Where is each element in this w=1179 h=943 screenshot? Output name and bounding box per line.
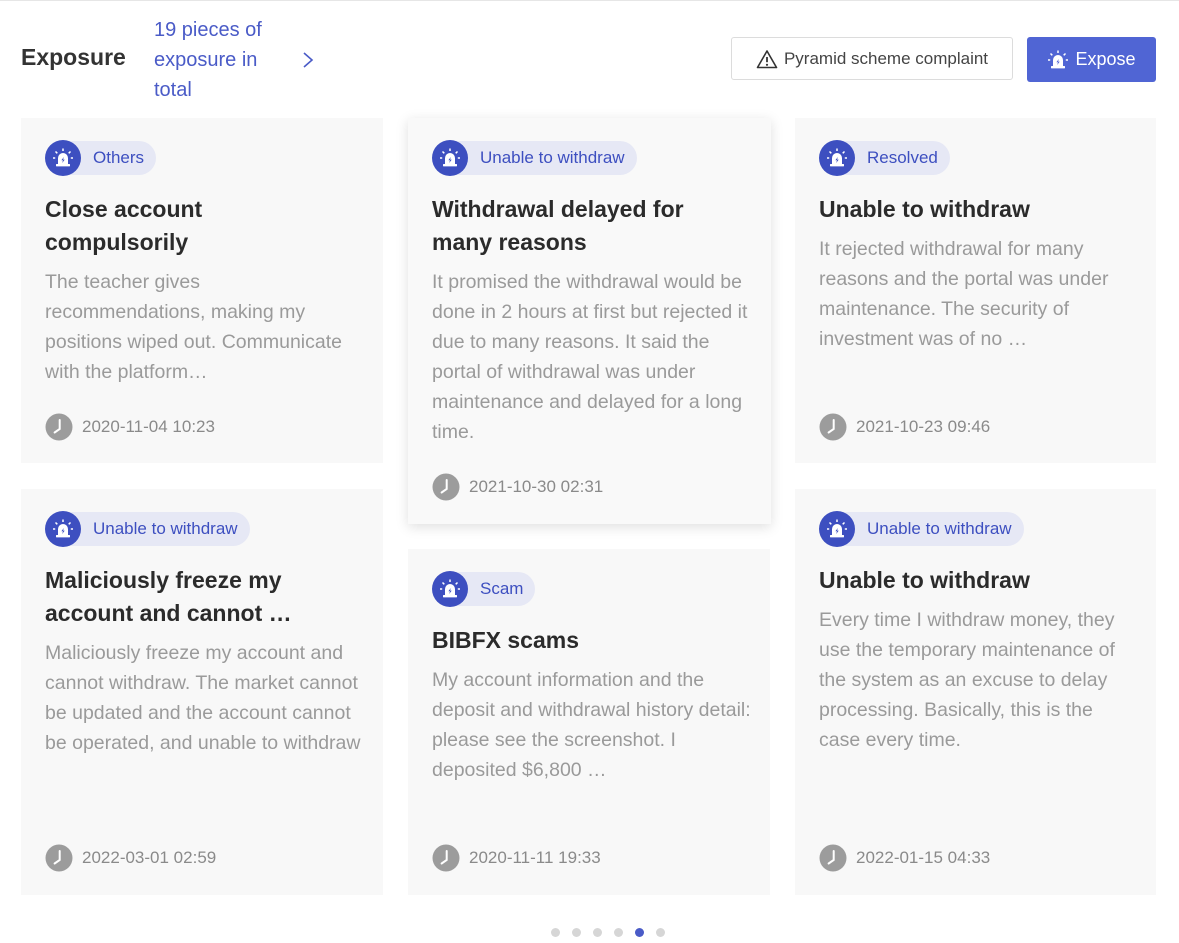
card-title: BIBFX scams — [432, 627, 580, 653]
alarm-icon — [1048, 50, 1069, 68]
pagination-dot[interactable] — [614, 928, 623, 937]
exposure-card[interactable]: Resolved Unable to withdraw It rejected … — [795, 118, 1156, 463]
card-time-text: 2021-10-30 02:31 — [469, 477, 604, 496]
alarm-icon — [432, 140, 468, 176]
card-title: Unable to withdraw — [819, 567, 1030, 593]
category-tag: Others — [45, 140, 157, 176]
alarm-icon — [432, 571, 468, 607]
category-tag-label: Scam — [458, 572, 536, 606]
alarm-icon — [45, 511, 81, 547]
card-excerpt: It promised the withdrawal would be done… — [432, 271, 748, 443]
exposure-card[interactable]: Unable to withdraw Unable to withdraw Ev… — [795, 489, 1156, 895]
expose-label: Expose — [1075, 49, 1136, 69]
card-time-text: 2020-11-04 10:23 — [82, 417, 215, 436]
card-excerpt: Maliciously freeze my account and cannot… — [45, 642, 361, 754]
top-divider — [0, 0, 1179, 1]
pagination-dot[interactable] — [593, 928, 602, 937]
carousel-pagination — [551, 928, 665, 937]
category-tag-label: Resolved — [845, 141, 950, 175]
expose-button[interactable]: Expose — [1027, 37, 1156, 82]
card-timestamp: 2022-01-15 04:33 — [819, 844, 990, 872]
card-time-text: 2022-01-15 04:33 — [856, 848, 991, 867]
clock-icon — [819, 844, 847, 872]
exposure-card[interactable]: Others Close account compulsorily The te… — [21, 118, 383, 463]
pagination-dot[interactable] — [635, 928, 644, 937]
exposure-card[interactable]: Unable to withdraw Withdrawal delayed fo… — [408, 118, 771, 524]
category-tag-label: Unable to withdraw — [71, 512, 250, 546]
alarm-icon — [819, 511, 855, 547]
card-excerpt: It rejected withdrawal for many reasons … — [819, 238, 1109, 350]
clock-icon — [432, 473, 460, 501]
card-timestamp: 2020-11-04 10:23 — [45, 413, 215, 441]
card-title: Withdrawal delayed for many reasons — [432, 196, 684, 255]
category-tag: Resolved — [819, 140, 950, 176]
card-excerpt: Every time I withdraw money, they use th… — [819, 609, 1115, 751]
alarm-icon — [45, 140, 81, 176]
category-tag: Unable to withdraw — [819, 511, 1024, 547]
card-title: Maliciously freeze my account and cannot… — [45, 567, 292, 626]
card-timestamp: 2021-10-30 02:31 — [432, 473, 603, 501]
card-timestamp: 2021-10-23 09:46 — [819, 413, 990, 441]
category-tag: Unable to withdraw — [432, 140, 637, 176]
clock-icon — [819, 413, 847, 441]
clock-icon — [432, 844, 460, 872]
alarm-icon — [819, 140, 855, 176]
clock-icon — [45, 413, 73, 441]
pyramid-complaint-label: Pyramid scheme complaint — [783, 48, 989, 68]
exposure-count-link[interactable]: 19 pieces of exposure in total — [154, 15, 294, 105]
card-time-text: 2021-10-23 09:46 — [856, 417, 991, 436]
clock-icon — [45, 844, 73, 872]
card-time-text: 2022-03-01 02:59 — [82, 848, 217, 867]
card-excerpt: My account information and the deposit a… — [432, 669, 751, 781]
exposure-card[interactable]: Scam BIBFX scams My account information … — [408, 549, 770, 895]
card-time-text: 2020-11-11 19:33 — [469, 848, 601, 867]
pagination-dot[interactable] — [572, 928, 581, 937]
exposure-card[interactable]: Unable to withdraw Maliciously freeze my… — [21, 489, 383, 895]
category-tag-label: Unable to withdraw — [458, 141, 637, 175]
chevron-right-icon[interactable] — [298, 49, 318, 71]
category-tag: Unable to withdraw — [45, 511, 250, 547]
card-excerpt: The teacher gives recommendations, makin… — [45, 271, 342, 383]
pyramid-complaint-button[interactable]: Pyramid scheme complaint — [731, 37, 1013, 80]
category-tag-label: Others — [71, 141, 157, 175]
card-title: Close account compulsorily — [45, 196, 203, 255]
card-timestamp: 2020-11-11 19:33 — [432, 844, 601, 872]
section-title: Exposure — [21, 44, 126, 70]
category-tag-label: Unable to withdraw — [845, 512, 1024, 546]
pagination-dot[interactable] — [551, 928, 560, 937]
card-title: Unable to withdraw — [819, 196, 1030, 222]
card-timestamp: 2022-03-01 02:59 — [45, 844, 216, 872]
pagination-dot[interactable] — [656, 928, 665, 937]
warning-icon — [756, 49, 778, 68]
category-tag: Scam — [432, 571, 536, 607]
